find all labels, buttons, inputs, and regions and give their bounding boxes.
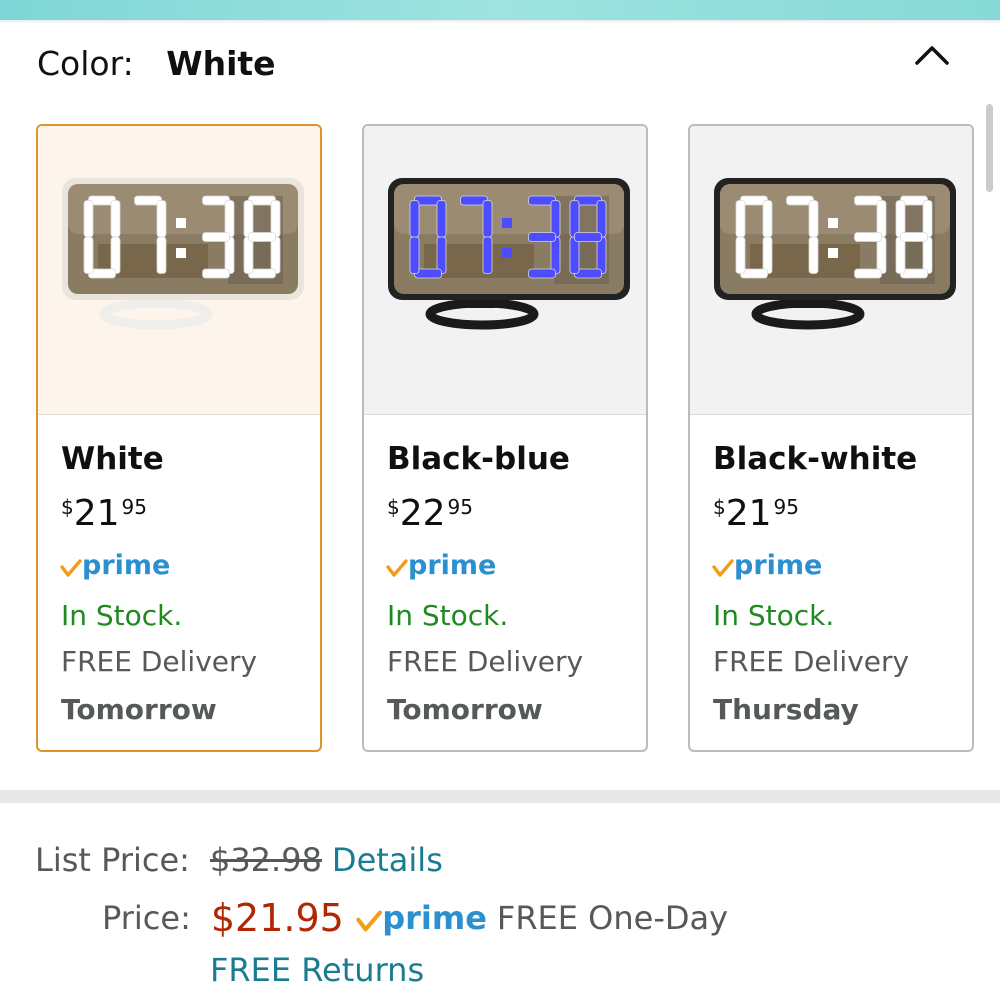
chevron-up-icon xyxy=(915,46,949,65)
section-divider xyxy=(0,790,1000,803)
list-price-row: List Price: $32.98 Details xyxy=(35,838,443,882)
variant-name: Black-blue xyxy=(387,441,570,477)
free-returns-link[interactable]: FREE Returns xyxy=(210,950,424,990)
stock-status: In Stock. xyxy=(61,599,183,632)
variant-card-black-white[interactable]: Black-white $21 95 prime In Stock. FREE D… xyxy=(688,124,974,752)
prime-check-icon xyxy=(386,558,408,582)
list-price-value: $32.98 xyxy=(209,841,322,879)
product-image xyxy=(38,126,320,415)
scrollbar-thumb[interactable] xyxy=(986,104,993,192)
price-row: Price: $21.95 prime FREE One-Day xyxy=(102,890,728,946)
delivery-day: Thursday xyxy=(713,693,859,726)
variant-card-black-blue[interactable]: Black-blue $22 95 prime In Stock. FREE De… xyxy=(362,124,648,752)
price-currency: $ xyxy=(387,495,400,519)
list-price-label: List Price: xyxy=(35,841,190,879)
collapse-button[interactable] xyxy=(907,30,957,80)
variant-name: Black-white xyxy=(713,441,918,477)
prime-text: prime xyxy=(382,899,487,937)
price-fraction: 95 xyxy=(773,495,799,519)
delivery-text: FREE Delivery xyxy=(61,645,258,678)
variant-card-white[interactable]: White $21 95 prime In Stock. FREE Deliver… xyxy=(36,124,322,752)
variant-price: $22 95 xyxy=(387,492,473,536)
prime-badge: prime xyxy=(386,548,496,582)
selected-color-value: White xyxy=(166,44,276,83)
top-bar-shadow xyxy=(0,20,1000,24)
delivery-text: FREE Delivery xyxy=(387,645,584,678)
shipping-text: FREE One-Day xyxy=(496,899,729,937)
variant-price: $21 95 xyxy=(713,492,799,536)
price-fraction: 95 xyxy=(447,495,473,519)
stock-status: In Stock. xyxy=(713,599,835,632)
top-gradient-bar xyxy=(0,0,1000,20)
product-image xyxy=(690,126,972,415)
price-currency: $ xyxy=(713,495,726,519)
prime-text: prime xyxy=(82,550,171,581)
prime-check-icon xyxy=(712,558,734,582)
color-label: Color: xyxy=(37,44,134,83)
delivery-day: Tomorrow xyxy=(387,693,543,726)
prime-text: prime xyxy=(734,550,823,581)
price-whole: 22 xyxy=(399,493,446,534)
variant-price: $21 95 xyxy=(61,492,147,536)
prime-badge: prime xyxy=(60,548,170,582)
details-link[interactable]: Details xyxy=(332,841,443,879)
prime-badge: prime xyxy=(712,548,822,582)
prime-badge: prime xyxy=(356,899,487,937)
color-selector-header: Color: White xyxy=(37,42,276,86)
delivery-day: Tomorrow xyxy=(61,693,217,726)
stock-status: In Stock. xyxy=(387,599,509,632)
prime-check-icon xyxy=(60,558,82,582)
price-currency: $ xyxy=(61,495,74,519)
prime-text: prime xyxy=(408,550,497,581)
delivery-text: FREE Delivery xyxy=(713,645,910,678)
price-whole: 21 xyxy=(725,493,772,534)
price-whole: 21 xyxy=(73,493,120,534)
price-label: Price: xyxy=(102,899,191,937)
prime-check-icon xyxy=(356,909,382,937)
current-price: $21.95 xyxy=(210,896,344,940)
variant-name: White xyxy=(61,441,164,477)
price-fraction: 95 xyxy=(121,495,147,519)
product-image xyxy=(364,126,646,415)
